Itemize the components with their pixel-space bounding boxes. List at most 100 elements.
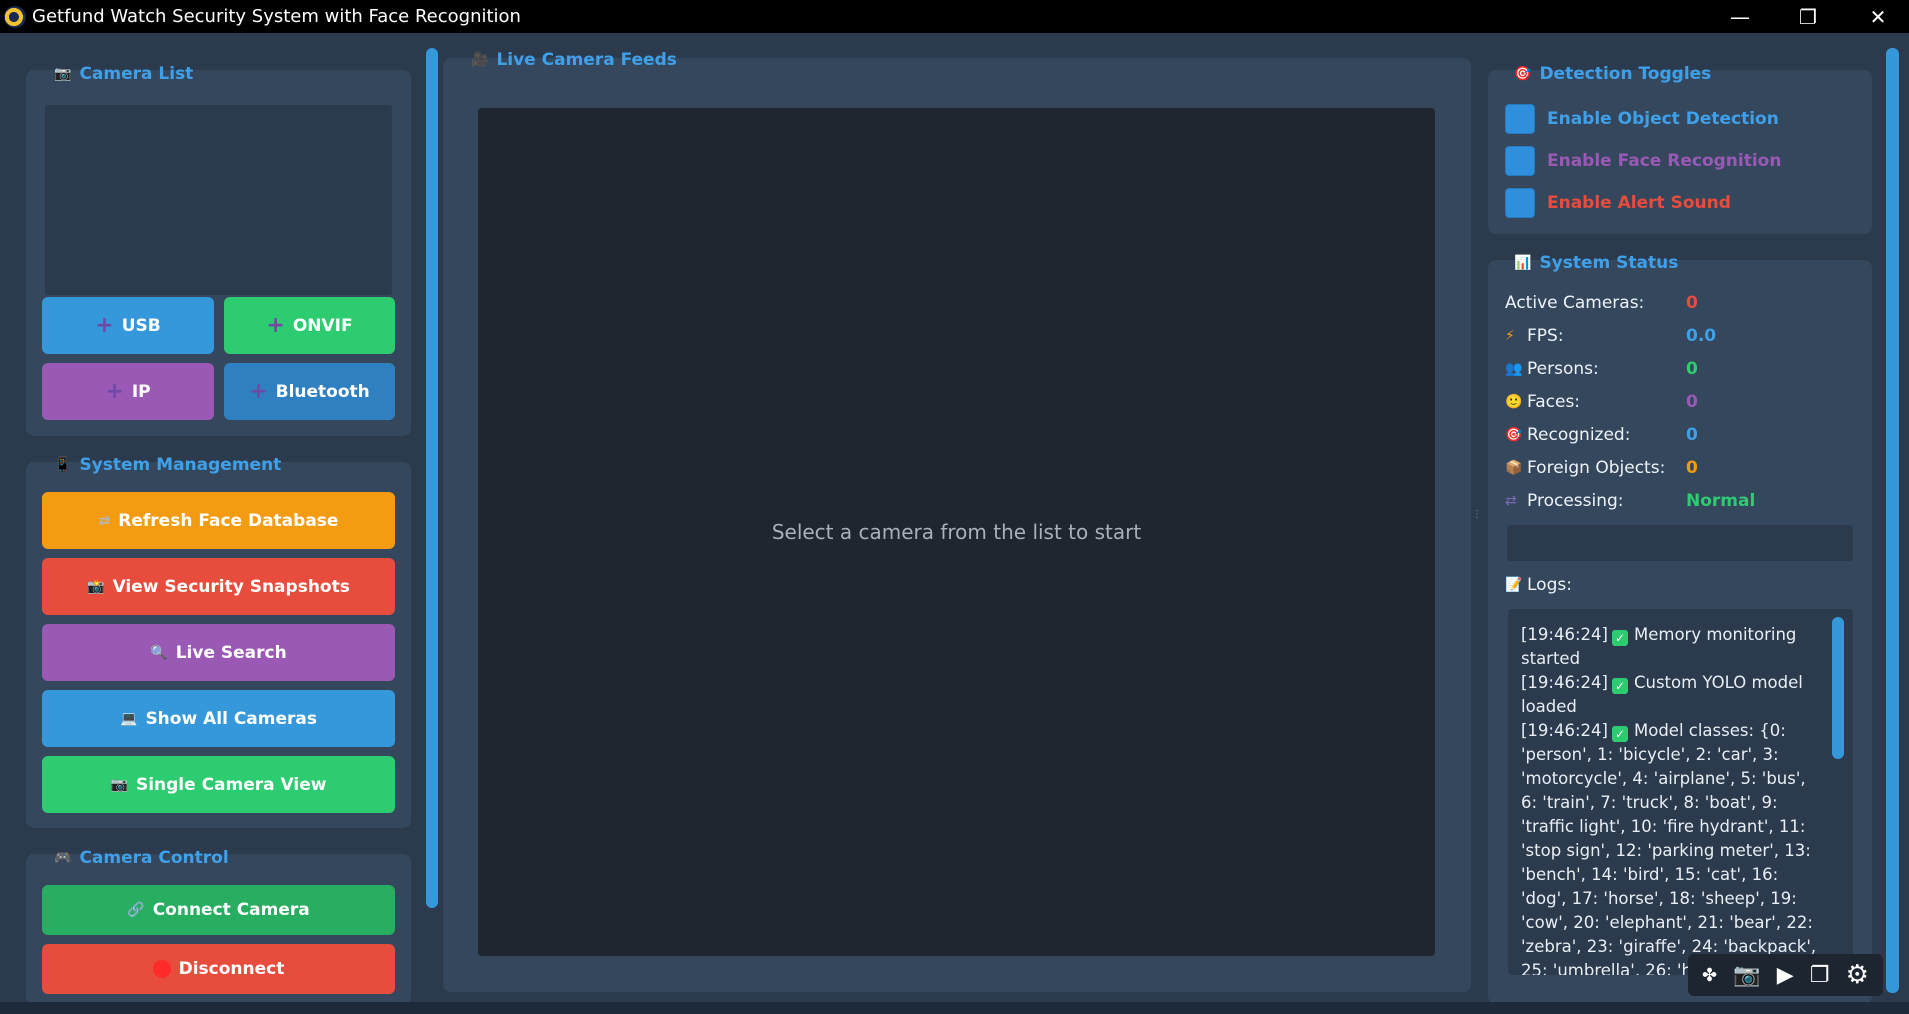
detection-toggles-title-text: Detection Toggles [1539,64,1712,84]
minimize-icon: — [1730,4,1750,29]
object-detection-checkbox[interactable] [1505,104,1535,134]
stat-faces: 🙂 Faces: 0 [1505,392,1698,412]
system-status-title-text: System Status [1539,253,1679,273]
single-camera-label: Single Camera View [135,774,327,795]
floating-toolbar: ✤ 📷 ▶ ❐ ⚙ [1688,954,1883,996]
foreign-objects-label: Foreign Objects: [1527,458,1666,478]
check-icon: ✓ [1611,630,1628,646]
stat-persons: 👥 Persons: 0 [1505,359,1698,379]
onvif-label: ONVIF [292,315,353,336]
log-message: Model classes: {0: 'person', 1: 'bicycle… [1521,721,1817,975]
check-icon: ✓ [1611,726,1628,742]
title-bar: Getfund Watch Security System with Face … [0,0,1909,33]
faces-value: 0 [1686,392,1698,412]
camera-control-title: 🎮 Camera Control [54,848,229,868]
processing-progress-bar [1507,525,1853,561]
camera-list-title: 📷 Camera List [54,64,193,84]
minimize-button[interactable]: — [1710,0,1770,33]
connect-label: Connect Camera [152,900,310,920]
add-ip-button[interactable]: + IP [42,363,214,420]
fps-value: 0.0 [1686,326,1717,346]
processing-label: Processing: [1527,491,1624,511]
active-cameras-label: Active Cameras: [1505,293,1645,313]
connect-camera-button[interactable]: 🔗 Connect Camera [42,885,395,935]
camera-feed-display[interactable]: Select a camera from the list to start [478,108,1435,956]
video-icon: 🎥 [471,52,489,68]
camera-list-box[interactable] [45,105,392,295]
live-search-label: Live Search [175,642,287,663]
target-icon: 🎯 [1514,66,1532,82]
search-icon: 🔍 [150,644,168,661]
clipboard-icon: 📝 [1505,577,1523,593]
system-status-title: 📊 System Status [1514,253,1678,273]
single-camera-view-button[interactable]: 📷 Single Camera View [42,756,395,813]
object-detection-toggle[interactable]: Enable Object Detection [1505,104,1779,134]
link-icon: 🔗 [127,902,145,918]
live-feeds-title-text: Live Camera Feeds [496,50,677,70]
restore-button[interactable]: ❐ [1778,0,1838,33]
right-scrollbar-handle[interactable] [1886,48,1899,993]
view-security-snapshots-button[interactable]: 📸 View Security Snapshots [42,558,395,615]
camera-list-title-text: Camera List [79,64,194,84]
arrows-icon: ⇄ [1505,493,1517,509]
object-detection-label: Enable Object Detection [1547,109,1779,129]
face-recognition-toggle[interactable]: Enable Face Recognition [1505,146,1781,176]
close-button[interactable]: ✕ [1848,0,1908,33]
package-icon: 📦 [1505,460,1523,476]
system-management-title: 📱 System Management [54,455,281,475]
logs-scrollbar-handle[interactable] [1832,617,1844,759]
system-management-title-text: System Management [79,455,282,475]
alert-sound-checkbox[interactable] [1505,188,1535,218]
log-entry: [19:46:24] ✓ Memory monitoring started [1521,623,1821,671]
restore-icon: ❐ [1799,4,1817,29]
close-icon: ✕ [1869,4,1887,29]
log-entry: [19:46:24] ✓ Custom YOLO model loaded [1521,671,1821,719]
camera-control-title-text: Camera Control [79,848,229,868]
log-entry: [19:46:24] ✓ Model classes: {0: 'person', … [1521,719,1821,975]
target-icon: 🎯 [1505,427,1523,443]
refresh-icon: ⇄ [98,512,111,529]
snapshots-label: View Security Snapshots [112,576,350,597]
left-scrollbar-handle[interactable] [426,48,438,908]
processing-value: Normal [1686,491,1756,511]
add-onvif-button[interactable]: + ONVIF [224,297,395,354]
show-all-label: Show All Cameras [145,708,317,729]
disconnect-button[interactable]: Disconnect [42,944,395,994]
log-time: [19:46:24] [1521,673,1608,692]
face-recognition-checkbox[interactable] [1505,146,1535,176]
stat-fps: ⚡ FPS: 0.0 [1505,326,1716,346]
alert-sound-toggle[interactable]: Enable Alert Sound [1505,188,1731,218]
fps-label: FPS: [1527,326,1564,346]
persons-label: Persons: [1527,359,1599,379]
camera-icon: 📷 [54,66,72,82]
lightning-icon: ⚡ [1505,328,1515,344]
recognized-label: Recognized: [1527,425,1631,445]
detection-toggles-title: 🎯 Detection Toggles [1514,64,1711,84]
window-icon[interactable]: ❐ [1810,963,1830,988]
right-splitter-handle[interactable]: ⋮ [1472,510,1482,520]
stat-active-cameras: Active Cameras: 0 [1505,293,1698,313]
refresh-label: Refresh Face Database [118,510,339,531]
camera-snapshot-icon[interactable]: 📷 [1733,963,1760,988]
show-all-cameras-button[interactable]: 💻 Show All Cameras [42,690,395,747]
add-bluetooth-button[interactable]: + Bluetooth [224,363,395,420]
add-usb-button[interactable]: + USB [42,297,214,354]
ip-label: IP [131,381,151,402]
active-cameras-value: 0 [1686,293,1698,313]
refresh-face-database-button[interactable]: ⇄ Refresh Face Database [42,492,395,549]
plus-icon: + [95,312,114,338]
log-time: [19:46:24] [1521,721,1608,740]
feed-placeholder-text: Select a camera from the list to start [771,520,1142,544]
bluetooth-label: Bluetooth [275,381,370,402]
alert-sound-label: Enable Alert Sound [1547,193,1731,213]
face-recognition-label: Enable Face Recognition [1547,151,1782,171]
video-record-icon[interactable]: ▶ [1777,963,1794,988]
gear-icon[interactable]: ⚙ [1846,960,1869,990]
pin-icon[interactable]: ✤ [1702,965,1717,986]
plus-icon: + [105,378,124,404]
usb-label: USB [121,315,161,336]
live-search-button[interactable]: 🔍 Live Search [42,624,395,681]
bottom-bar [0,1002,1909,1014]
logs-text-area[interactable]: [19:46:24] ✓ Memory monitoring started [19… [1508,609,1853,975]
gamepad-icon: 🎮 [54,850,72,866]
